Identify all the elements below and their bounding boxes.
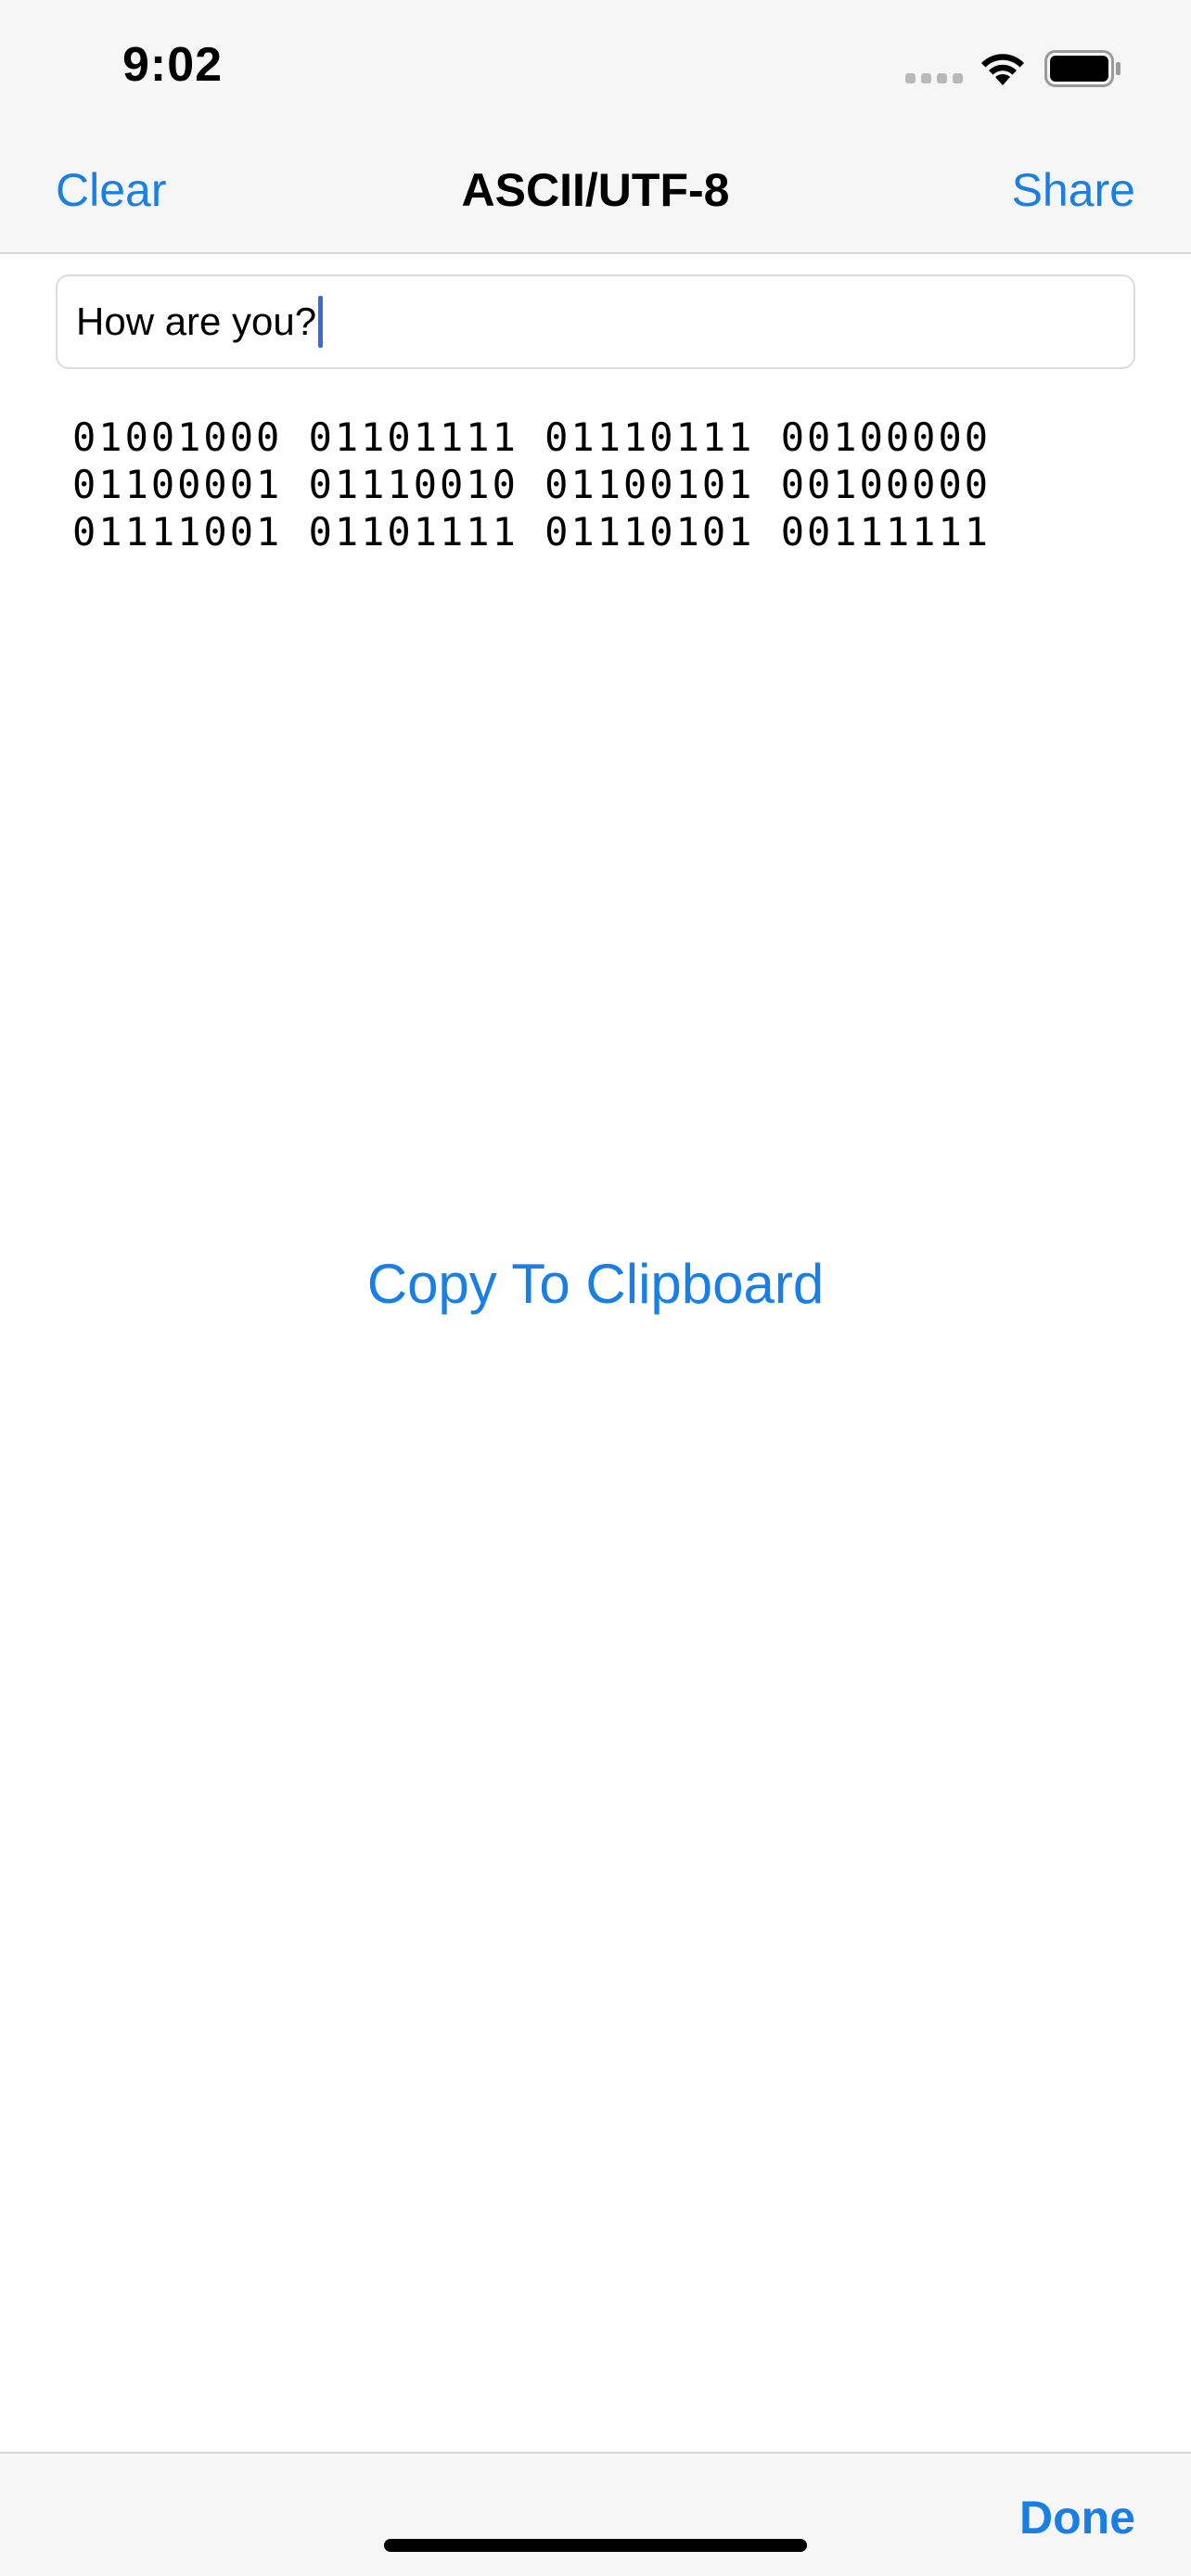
- signal-icon: [905, 73, 963, 84]
- share-button[interactable]: Share: [1012, 163, 1135, 217]
- copy-to-clipboard-button[interactable]: Copy To Clipboard: [0, 1252, 1191, 1316]
- navigation-bar: Clear ASCII/UTF-8 Share: [0, 130, 1191, 254]
- binary-line: 01111001 01101111 01110101 00111111: [72, 509, 992, 555]
- wifi-icon: [981, 54, 1024, 85]
- binary-line: 01100001 01110010 01100101 00100000: [72, 462, 992, 507]
- bottom-toolbar: Done: [0, 2452, 1191, 2576]
- home-indicator[interactable]: [384, 2539, 807, 2552]
- binary-output: 01001000 01101111 01110111 00100000 0110…: [72, 414, 991, 555]
- app-screen: 9:02 Clear ASCII/UTF-8 Share How are you…: [0, 0, 1191, 2576]
- battery-icon: [1044, 50, 1121, 87]
- status-time: 9:02: [122, 38, 224, 92]
- done-button[interactable]: Done: [1019, 2491, 1135, 2544]
- text-caret: [318, 296, 324, 348]
- binary-line: 01001000 01101111 01110111 00100000: [72, 414, 992, 460]
- text-input-value[interactable]: How are you?: [76, 300, 316, 344]
- text-input-field[interactable]: How are you?: [56, 274, 1135, 369]
- clear-button[interactable]: Clear: [56, 163, 166, 217]
- status-bar: 9:02: [0, 0, 1191, 130]
